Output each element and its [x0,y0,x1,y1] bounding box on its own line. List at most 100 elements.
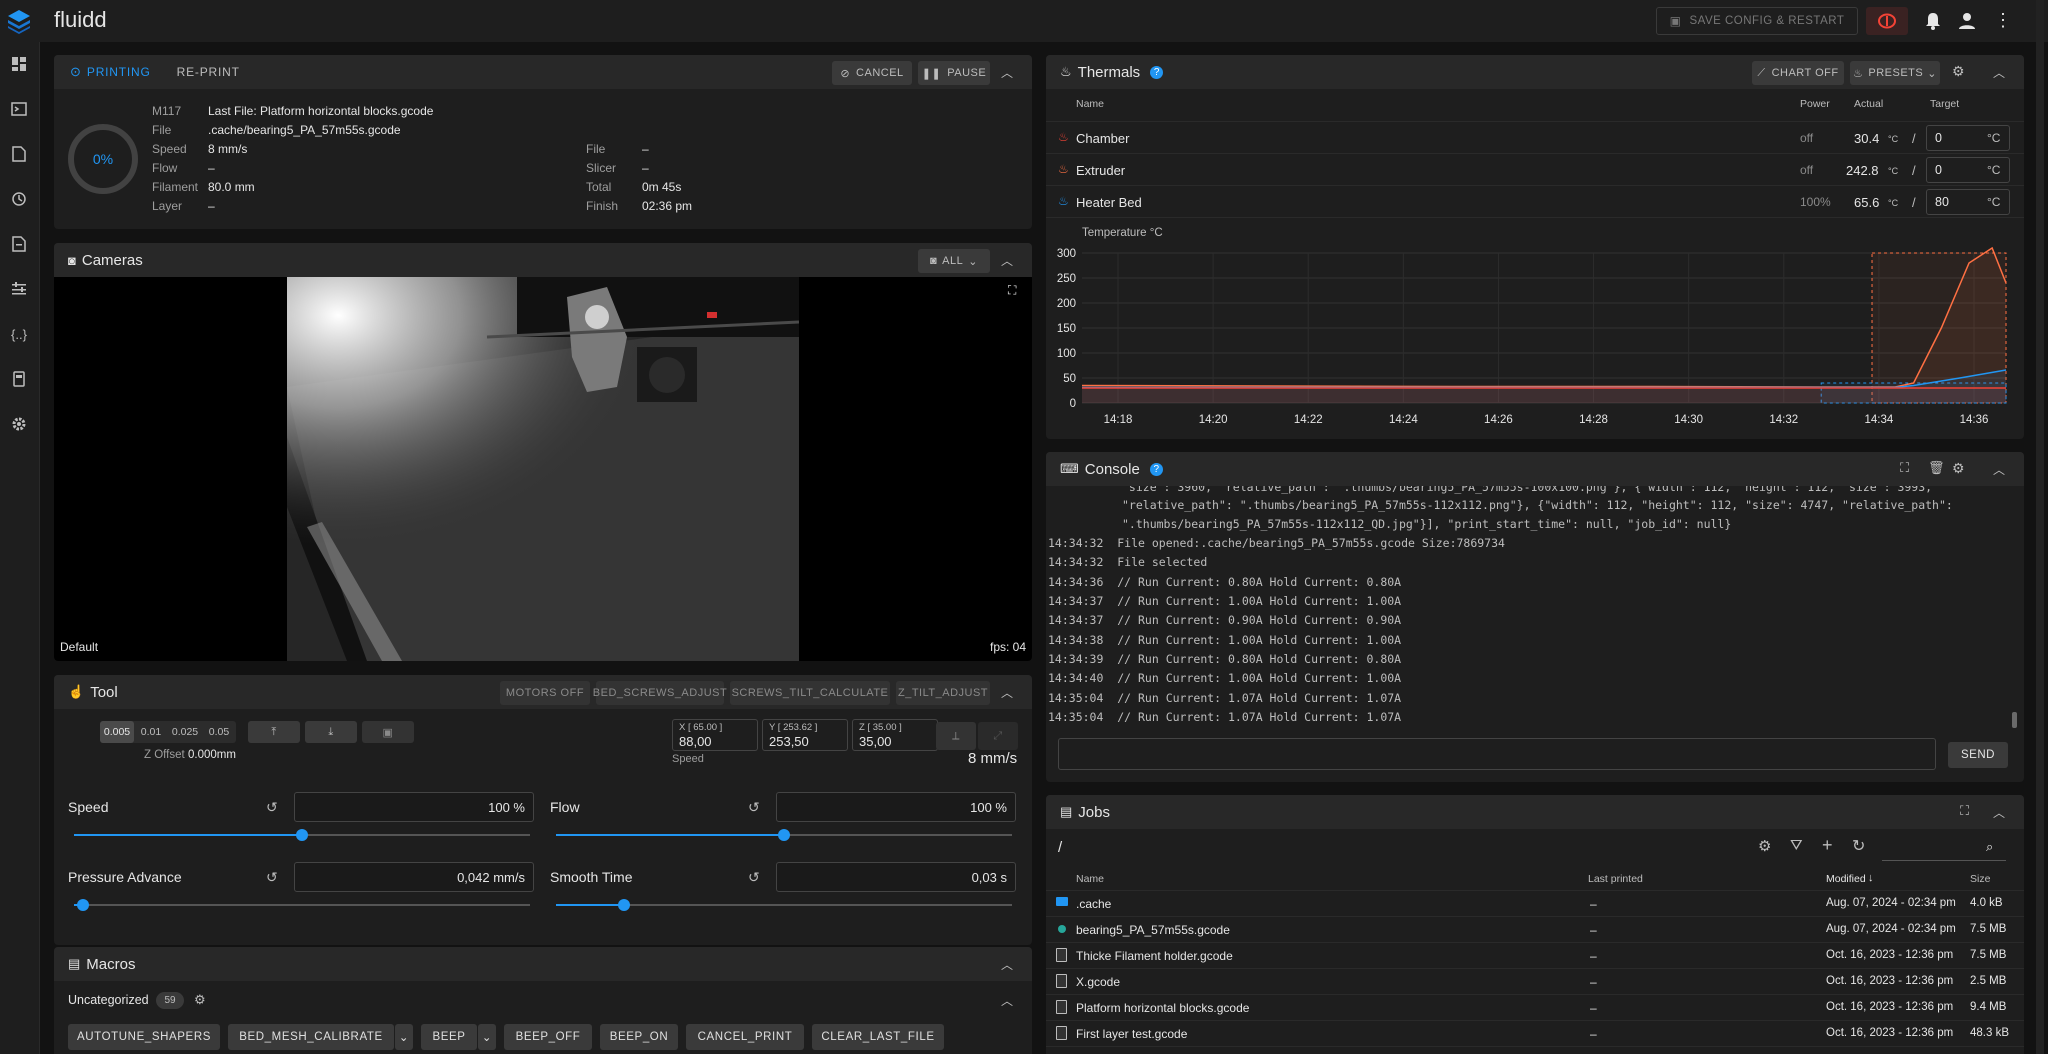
jobs-fullscreen-icon[interactable]: ⛶ [1960,803,1969,819]
group-collapse-chevron-icon[interactable]: ︿ [1000,993,1014,1008]
history-icon[interactable] [8,188,30,210]
macro-dropdown-chevron-icon[interactable]: ⌄ [395,1024,413,1050]
temperature-chart[interactable]: 0 50 100 150 200 250 300 14:18 14:20 14:22 14:24 14… [1046,243,2024,439]
job-row[interactable]: Platform horizontal blocks.gcode – Oct. 16… [1046,995,2024,1021]
cancel-button[interactable]: ⊘ CANCEL [832,61,912,85]
z-step-option[interactable]: 0.005 [100,721,134,743]
macro-beep-button[interactable]: BEEP [421,1024,477,1050]
send-button[interactable]: SEND [1948,742,2008,768]
z-step-option[interactable]: 0.025 [168,721,202,743]
collapse-chevron-icon[interactable]: ︿ [1000,65,1014,80]
job-queue-icon[interactable] [8,233,30,255]
tab-reprint[interactable]: RE-PRINT [177,65,240,79]
col-modified-header[interactable]: Modified [1826,873,1866,885]
collapse-chevron-icon[interactable]: ︿ [1000,957,1014,972]
job-row[interactable]: .cache – Aug. 07, 2024 - 02:34 pm 4.0 kB [1046,891,2024,917]
macro-cancel-print-button[interactable]: CANCEL_PRINT [686,1024,804,1050]
job-row[interactable]: First layer test.gcode – Oct. 16, 2023 - 1… [1046,1021,2024,1047]
console-settings-gear-icon[interactable]: ⚙ [1952,460,1965,477]
y-position-field[interactable]: Y [ 253.62 ] 253,50 [762,719,848,751]
system-icon[interactable] [8,368,30,390]
pause-button[interactable]: ❚❚ PAUSE [918,61,990,85]
smooth-time-slider-thumb[interactable] [618,899,631,911]
notifications-bell-icon[interactable] [1922,10,1944,32]
position-absolute-button[interactable]: ⤢ [978,722,1018,750]
collapse-chevron-icon[interactable]: ︿ [1000,685,1014,700]
jobs-add-icon[interactable]: + [1822,835,1833,856]
job-row[interactable]: X.gcode – Oct. 16, 2023 - 12:36 pm 2.5 MB [1046,969,2024,995]
jobs-column-settings-icon[interactable]: ⚙ [1758,837,1771,855]
speed-reset-icon[interactable]: ↺ [266,799,278,816]
files-icon[interactable] [8,143,30,165]
jobs-filter-icon[interactable]: ⛛ [1790,837,1803,854]
console-scrollbar-thumb[interactable] [2012,712,2017,728]
chart-off-button[interactable]: ⟋ CHART OFF [1752,61,1844,85]
pressure-advance-slider-thumb[interactable] [77,899,90,911]
macro-dropdown-chevron-icon[interactable]: ⌄ [478,1024,496,1050]
jobs-refresh-icon[interactable]: ↻ [1852,836,1865,856]
speed-slider-thumb[interactable] [296,829,308,841]
flow-slider-thumb[interactable] [778,829,790,841]
collapse-chevron-icon[interactable]: ︿ [1992,805,2006,820]
camera-viewport[interactable]: Default fps: 04 ⛶ [54,277,1032,661]
presets-button[interactable]: ♨ PRESETS ⌄ [1850,61,1940,85]
speed-input[interactable]: 100 % [294,792,534,822]
user-account-icon[interactable] [1956,10,1978,32]
fullscreen-icon[interactable]: ⛶ [1008,283,1022,297]
smooth-time-reset-icon[interactable]: ↺ [748,869,760,886]
macro-settings-gear-icon[interactable]: ⚙ [194,992,206,1008]
flow-input[interactable]: 100 % [776,792,1016,822]
console-clear-trash-icon[interactable]: 🗑 [1928,460,1945,476]
console-command-input[interactable] [1058,738,1936,770]
z-step-option[interactable]: 0.05 [202,721,236,743]
fluidd-logo-icon[interactable] [6,8,32,34]
macros-code-icon[interactable]: {..} [8,323,30,345]
pressure-advance-input[interactable]: 0,042 mm/s [294,862,534,892]
pressure-advance-slider-track[interactable] [74,904,530,906]
macro-bed-mesh-calibrate-button[interactable]: BED_MESH_CALIBRATE [228,1024,394,1050]
job-row[interactable]: bearing5_PA_57m55s.gcode – Aug. 07, 2024 -… [1046,917,2024,943]
flow-reset-icon[interactable]: ↺ [748,799,760,816]
console-icon[interactable] [8,98,30,120]
help-icon[interactable]: ? [1149,462,1163,476]
settings-gear-icon[interactable] [8,413,30,435]
tab-printing[interactable]: PRINTING [87,65,151,79]
emergency-stop-button[interactable] [1866,7,1908,35]
z-offset-up-button[interactable]: ⤒ [248,721,300,743]
smooth-time-input[interactable]: 0,03 s [776,862,1016,892]
extruder-target-input[interactable]: 0 °C [1926,157,2010,183]
z-offset-down-button[interactable]: ⤓ [305,721,357,743]
jobs-search-input[interactable]: ⌕ [1882,835,2006,861]
z-tilt-adjust-button[interactable]: Z_TILT_ADJUST [896,681,990,705]
dashboard-icon[interactable] [8,53,30,75]
macro-autotune-shapers-button[interactable]: AUTOTUNE_SHAPERS [68,1024,220,1050]
more-menu-icon[interactable]: ⋮ [1994,10,2012,32]
camera-select-button[interactable]: ◙ ALL ⌄ [918,249,990,273]
screws-tilt-calculate-button[interactable]: SCREWS_TILT_CALCULATE [730,681,890,705]
collapse-chevron-icon[interactable]: ︿ [1992,462,2006,477]
bed-target-input[interactable]: 80 °C [1926,189,2010,215]
col-last-printed-header[interactable]: Last printed [1588,873,1643,885]
motors-off-button[interactable]: MOTORS OFF [500,681,590,705]
macro-beep-on-button[interactable]: BEEP_ON [600,1024,678,1050]
job-row[interactable]: Thicke Filament holder.gcode – Oct. 16, 20… [1046,943,2024,969]
collapse-chevron-icon[interactable]: ︿ [1992,65,2006,80]
console-fullscreen-icon[interactable]: ⛶ [1900,460,1909,476]
x-position-field[interactable]: X [ 65.00 ] 88,00 [672,719,758,751]
macro-clear-last-file-button[interactable]: CLEAR_LAST_FILE [812,1024,944,1050]
collapse-chevron-icon[interactable]: ︿ [1000,253,1014,268]
col-name-header[interactable]: Name [1076,873,1104,885]
col-size-header[interactable]: Size [1970,873,1990,885]
z-position-field[interactable]: Z [ 35.00 ] 35,00 [852,719,938,751]
chamber-target-input[interactable]: 0 °C [1926,125,2010,151]
help-icon[interactable]: ? [1150,65,1164,79]
save-config-restart-button[interactable]: ▣ SAVE CONFIG & RESTART [1656,7,1858,35]
tune-icon[interactable] [8,278,30,300]
z-step-option[interactable]: 0.01 [134,721,168,743]
pressure-advance-reset-icon[interactable]: ↺ [266,869,278,886]
bed-screws-adjust-button[interactable]: BED_SCREWS_ADJUST [593,681,727,705]
macro-beep-off-button[interactable]: BEEP_OFF [504,1024,592,1050]
thermals-settings-gear-icon[interactable]: ⚙ [1952,63,1965,80]
z-offset-save-button[interactable]: ▣ [362,721,414,743]
page-scrollbar[interactable] [2036,0,2044,1054]
